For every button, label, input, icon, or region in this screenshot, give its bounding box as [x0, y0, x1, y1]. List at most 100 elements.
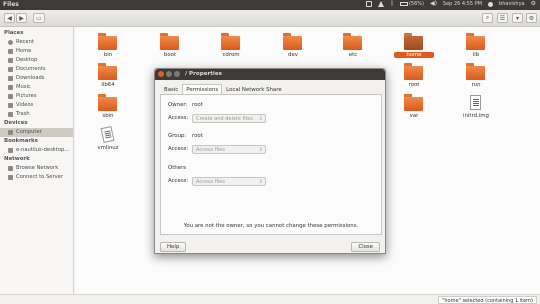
folder-icon [404, 33, 423, 50]
sidebar-item-connect-to-server[interactable]: Connect to Server [0, 173, 73, 182]
network-icon[interactable] [378, 1, 385, 7]
toolbar: ◀ ▶ ▭ ⌕ ☰ ▾ ⚙ [0, 10, 540, 27]
others-access-value: Access files [196, 179, 225, 185]
clock[interactable]: Sep 26 4:55 PM [443, 1, 482, 7]
group-access-label: Access: [168, 146, 189, 152]
sidebar-item-home[interactable]: Home [0, 47, 73, 56]
sidebar-item-trash[interactable]: Trash [0, 110, 73, 119]
chevron-updown-icon: ⇕ [258, 179, 263, 185]
properties-dialog: / Properties Basic Permissions Local Net… [154, 68, 386, 254]
file-item[interactable]: lib [456, 30, 496, 60]
file-icon [470, 95, 481, 110]
list-view-icon: ☰ [499, 14, 506, 22]
file-item[interactable]: root [394, 60, 434, 90]
forward-button[interactable]: ▶ [16, 13, 27, 23]
sidebar-item-label: Documents [16, 66, 46, 72]
folder-icon [98, 94, 117, 111]
sidebar-item-pictures[interactable]: Pictures [0, 92, 73, 101]
group-value: root [192, 133, 203, 139]
sidebar-item-recent[interactable]: Recent [0, 38, 73, 47]
file-item[interactable]: initrd.img [456, 91, 496, 121]
sidebar-item-bookmark[interactable]: e-nautilus-desktop... [0, 146, 73, 155]
file-item[interactable]: run [456, 60, 496, 90]
file-label: etc [348, 52, 358, 58]
group-access-value: Access files [196, 147, 225, 153]
others-access-label: Access: [168, 178, 189, 184]
sidebar-item-label: Home [16, 48, 32, 54]
minimize-icon[interactable] [166, 71, 172, 77]
permissions-panel: Owner: root Access: Create and delete fi… [160, 94, 382, 235]
file-label: dev [288, 52, 298, 58]
bluetooth-icon[interactable]: ᛒ [390, 1, 394, 7]
others-access-select[interactable]: Access files ⇕ [192, 177, 266, 186]
file-item[interactable]: lib64 [88, 60, 128, 90]
file-item[interactable]: etc [333, 30, 373, 60]
file-item[interactable]: bin [88, 30, 128, 60]
settings-button[interactable]: ⚙ [526, 13, 537, 23]
home-icon [8, 49, 13, 54]
file-item[interactable]: boot [150, 30, 190, 60]
file-item[interactable]: cdrom [211, 30, 251, 60]
file-label: boot [163, 52, 177, 58]
clock-icon [8, 40, 13, 45]
sidebar: Places Recent Home Desktop Documents Dow… [0, 27, 74, 294]
group-access-select[interactable]: Access files ⇕ [192, 145, 266, 154]
close-button[interactable]: Close [351, 242, 380, 252]
chevron-down-icon: ▾ [515, 14, 519, 22]
file-label: bin [103, 52, 113, 58]
mail-icon[interactable] [366, 1, 373, 7]
location-computer-button[interactable]: ▭ [33, 13, 45, 23]
back-button[interactable]: ◀ [4, 13, 15, 23]
sidebar-item-label: Trash [16, 111, 30, 117]
sidebar-item-desktop[interactable]: Desktop [0, 56, 73, 65]
view-options-button[interactable]: ▾ [512, 13, 523, 23]
owner-access-select[interactable]: Create and delete files ⇕ [192, 114, 266, 123]
tab-basic[interactable]: Basic [160, 84, 182, 94]
folder-icon [98, 33, 117, 50]
owner-value: root [192, 102, 203, 108]
sidebar-item-videos[interactable]: Videos [0, 101, 73, 110]
folder-icon [404, 94, 423, 111]
sidebar-item-label: Downloads [16, 75, 45, 81]
file-label: vmlinuz [97, 145, 119, 151]
search-button[interactable]: ⌕ [482, 13, 493, 23]
user-name[interactable]: bhavishya [499, 1, 525, 7]
chevron-updown-icon: ⇕ [258, 147, 263, 153]
maximize-icon[interactable] [174, 71, 180, 77]
sidebar-item-label: Browse Network [16, 165, 59, 171]
tab-permissions[interactable]: Permissions [182, 84, 223, 94]
close-icon[interactable] [158, 71, 164, 77]
folder-icon [466, 63, 485, 80]
indicator-area: ᛒ (56%) ◀) Sep 26 4:55 PM bhavishya ⚙ [366, 1, 536, 7]
sidebar-item-downloads[interactable]: Downloads [0, 74, 73, 83]
sidebar-item-label: e-nautilus-desktop... [16, 147, 70, 153]
folder-icon [283, 33, 302, 50]
file-item[interactable]: dev [273, 30, 313, 60]
folder-icon [98, 63, 117, 80]
app-title: Files [3, 1, 19, 8]
owner-access-label: Access: [168, 115, 189, 121]
battery-indicator[interactable]: (56%) [399, 1, 424, 7]
battery-percent: (56%) [408, 1, 424, 7]
file-item[interactable]: vmlinuz [88, 123, 128, 153]
gear-icon: ⚙ [528, 14, 535, 22]
sidebar-item-documents[interactable]: Documents [0, 65, 73, 74]
file-item[interactable]: home [394, 30, 434, 60]
file-item[interactable]: var [394, 91, 434, 121]
view-list-button[interactable]: ☰ [497, 13, 508, 23]
file-item[interactable]: sbin [88, 91, 128, 121]
sidebar-item-music[interactable]: Music [0, 83, 73, 92]
sidebar-item-computer[interactable]: Computer [0, 128, 73, 137]
dialog-titlebar[interactable]: / Properties [155, 69, 385, 80]
file-label: lib64 [101, 82, 115, 88]
sidebar-item-browse-network[interactable]: Browse Network [0, 164, 73, 173]
user-icon[interactable] [488, 1, 494, 7]
tab-local-network-share[interactable]: Local Network Share [222, 84, 285, 94]
power-gear-icon[interactable]: ⚙ [531, 1, 536, 7]
sound-icon[interactable]: ◀) [430, 1, 437, 7]
battery-icon [399, 2, 408, 6]
sidebar-item-label: Music [16, 84, 31, 90]
help-button[interactable]: Help [160, 242, 187, 252]
devices-header: Devices [4, 120, 28, 126]
computer-icon: ▭ [36, 14, 42, 22]
